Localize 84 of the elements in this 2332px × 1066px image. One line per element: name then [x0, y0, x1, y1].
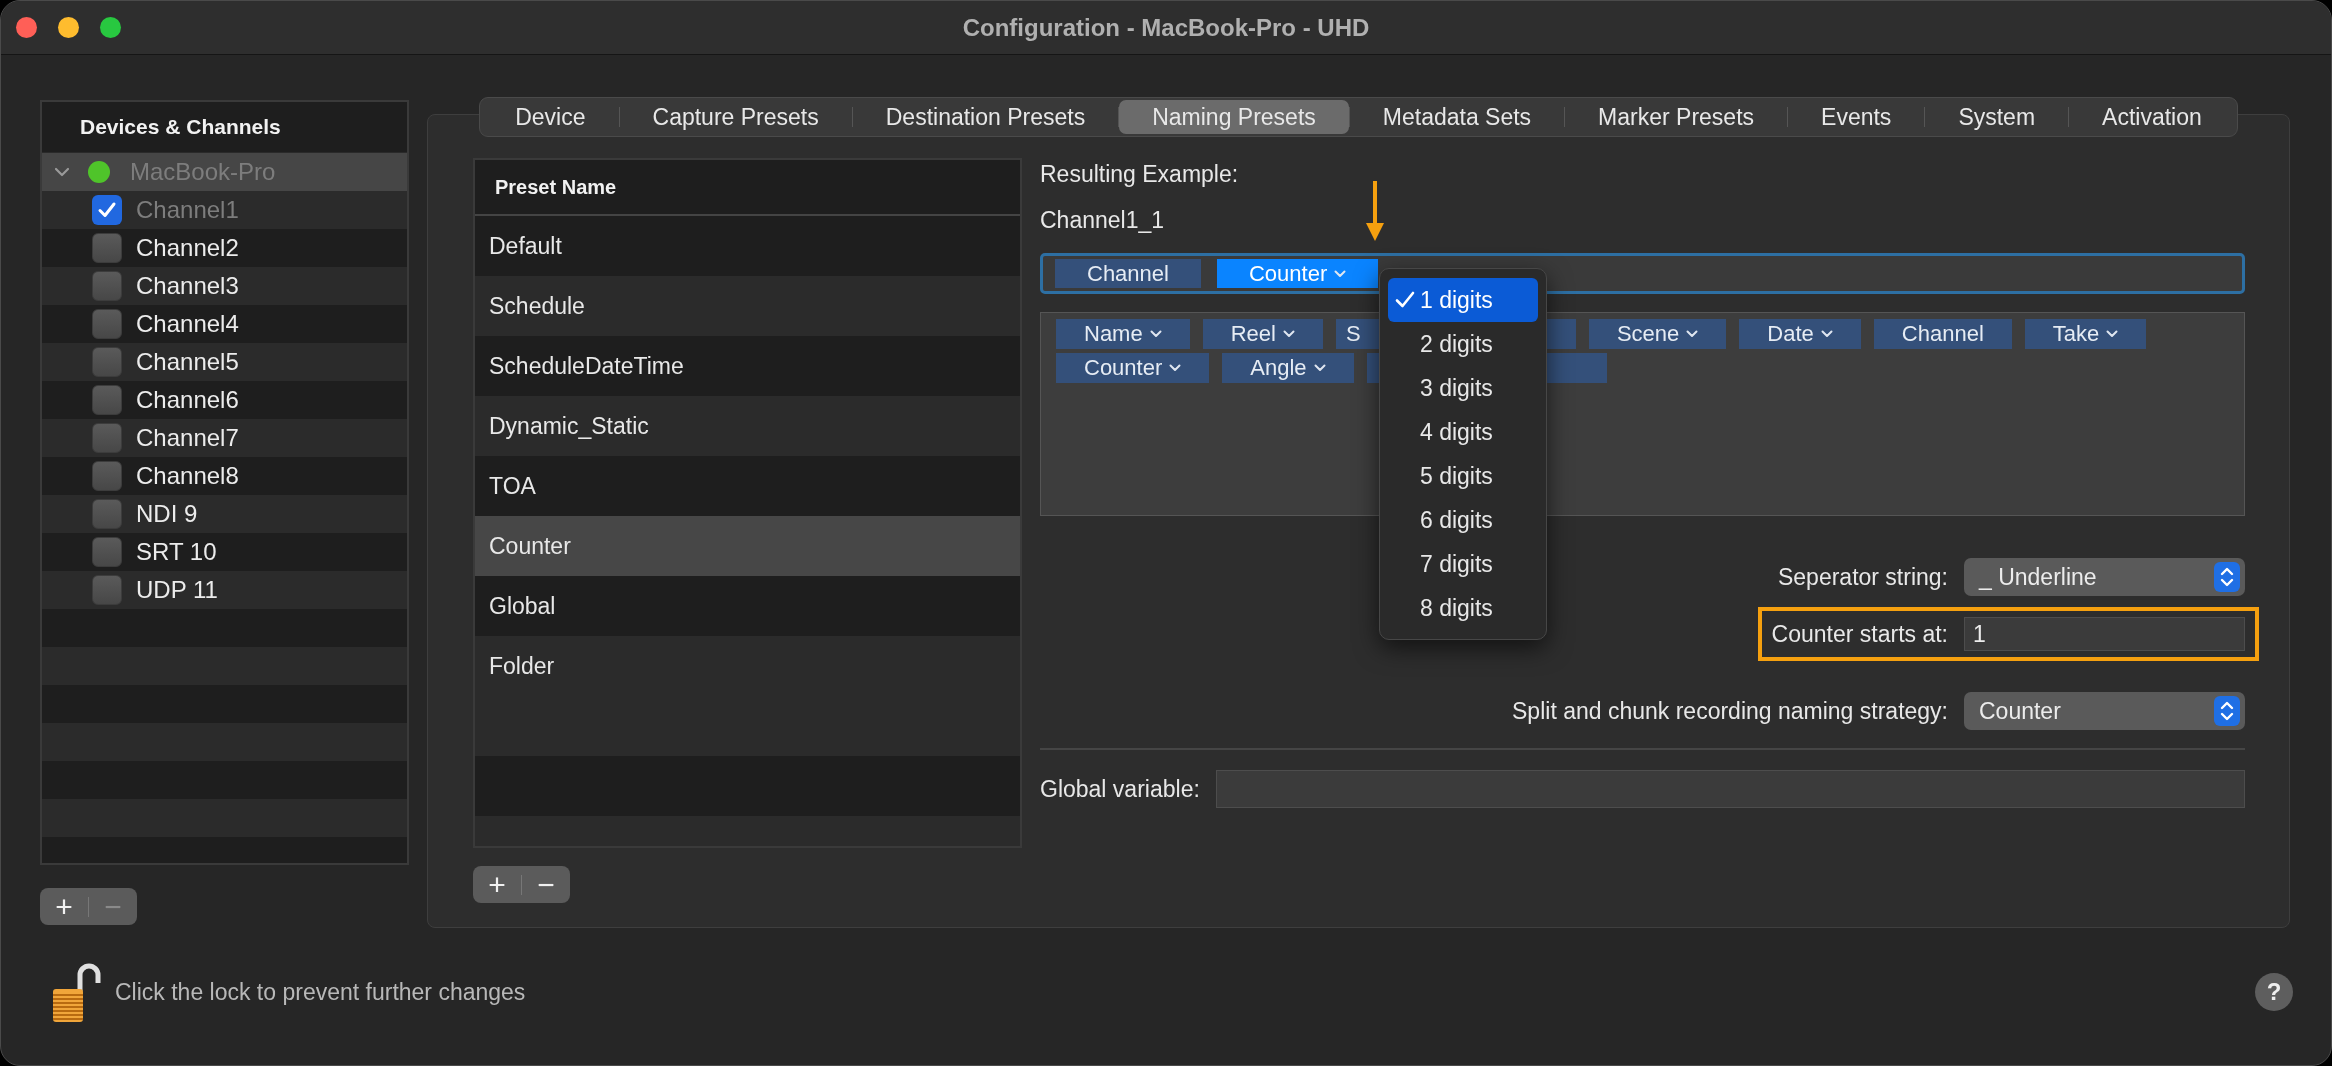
tab[interactable]: Device [482, 100, 619, 134]
close-button[interactable] [16, 17, 37, 38]
tab[interactable]: Capture Presets [619, 100, 852, 134]
status-dot [88, 161, 110, 183]
checkbox[interactable] [92, 347, 122, 377]
menu-item[interactable]: 8 digits [1388, 586, 1538, 630]
preset-row[interactable]: TOA [475, 456, 1020, 516]
tab[interactable]: Destination Presets [852, 100, 1119, 134]
popup-button[interactable]: _ Underline [1964, 558, 2245, 596]
channel-name[interactable]: Channel4 [136, 310, 239, 338]
preset-row[interactable]: Global [475, 576, 1020, 636]
popup-button[interactable]: Counter [1964, 692, 2245, 730]
preset-row[interactable]: Dynamic_Static [475, 396, 1020, 456]
column-header: Preset Name [475, 160, 1020, 216]
stepper-icon [2214, 562, 2240, 592]
checkbox[interactable] [92, 385, 122, 415]
checkbox[interactable] [92, 423, 122, 453]
remove-button[interactable]: − [522, 866, 570, 903]
caret-icon [1313, 364, 1326, 372]
example-text: Channel1_1 [1040, 205, 1166, 235]
menu-item[interactable]: 4 digits [1388, 410, 1538, 454]
checkbox[interactable] [92, 499, 122, 529]
menu-item[interactable]: 6 digits [1388, 498, 1538, 542]
tab[interactable]: Marker Presets [1565, 100, 1788, 134]
tab[interactable]: Events [1788, 100, 1925, 134]
menu-item[interactable]: 3 digits [1388, 366, 1538, 410]
help-button[interactable]: ? [2255, 973, 2293, 1011]
input-field[interactable] [1215, 770, 2245, 808]
token[interactable]: Counter [1056, 353, 1210, 383]
channel-name[interactable]: SRT 10 [136, 538, 217, 566]
field-label: Counter starts at: [1771, 620, 1948, 648]
zoom-button[interactable] [100, 17, 121, 38]
field-label: Seperator string: [1777, 563, 1948, 591]
channel-name[interactable]: UDP 11 [136, 576, 218, 604]
token[interactable]: Channel [1873, 319, 2012, 349]
channel-name[interactable]: Channel6 [136, 386, 239, 414]
caret-icon [1149, 330, 1162, 338]
field-label: Split and chunk recording naming strategy: [1512, 697, 1948, 725]
token[interactable]: Channel [1055, 259, 1201, 288]
token[interactable]: Angle [1222, 353, 1354, 383]
token[interactable]: Reel [1202, 319, 1323, 349]
token[interactable]: Name [1056, 319, 1190, 349]
preset-row[interactable]: Counter [475, 516, 1020, 576]
checkmark-icon [1395, 290, 1415, 310]
token[interactable]: Scene [1588, 319, 1727, 349]
channel-name[interactable]: NDI 9 [136, 500, 198, 528]
caret-icon [2106, 330, 2119, 338]
preset-row[interactable]: Folder [475, 636, 1020, 696]
stepper-icon [2214, 696, 2240, 726]
checkbox[interactable] [92, 271, 122, 301]
field-label: Global variable: [1040, 775, 1200, 803]
caret-icon [1334, 269, 1347, 278]
token[interactable]: Take [2024, 319, 2147, 349]
caret-icon [1686, 330, 1699, 338]
add-button[interactable]: + [473, 866, 521, 903]
preset-row[interactable]: Default [475, 216, 1020, 276]
checkbox[interactable] [92, 575, 122, 605]
checkbox[interactable] [92, 461, 122, 491]
caret-icon [1282, 330, 1295, 338]
token[interactable]: Date [1739, 319, 1861, 349]
minimize-button[interactable] [58, 17, 79, 38]
tab[interactable]: Metadata Sets [1349, 100, 1565, 134]
tab[interactable]: System [1925, 100, 2069, 134]
checkbox[interactable] [92, 233, 122, 263]
menu-item[interactable]: 1 digits [1388, 278, 1538, 322]
input-field[interactable]: 1 [1964, 617, 2245, 651]
tab[interactable]: Naming Presets [1119, 100, 1349, 134]
channel-name[interactable]: Channel8 [136, 462, 239, 490]
tab[interactable]: Activation [2069, 100, 2235, 134]
preset-row[interactable]: ScheduleDateTime [475, 336, 1020, 396]
caret-icon [1169, 364, 1182, 372]
window-title: Configuration - MacBook-Pro - UHD [962, 13, 1370, 42]
caret-icon [1820, 330, 1833, 338]
add-button[interactable]: + [40, 888, 88, 925]
lock-icon[interactable] [51, 961, 101, 1023]
field-label: Resulting Example: [1040, 159, 1240, 189]
checkbox[interactable] [92, 537, 122, 567]
checkbox[interactable] [92, 309, 122, 339]
channel-name[interactable]: Channel2 [136, 234, 239, 262]
menu-item[interactable]: 5 digits [1388, 454, 1538, 498]
lock-hint: Click the lock to prevent further changes [115, 978, 526, 1006]
preset-row[interactable]: Schedule [475, 276, 1020, 336]
menu-item[interactable]: 2 digits [1388, 322, 1538, 366]
menu-item[interactable]: 7 digits [1388, 542, 1538, 586]
